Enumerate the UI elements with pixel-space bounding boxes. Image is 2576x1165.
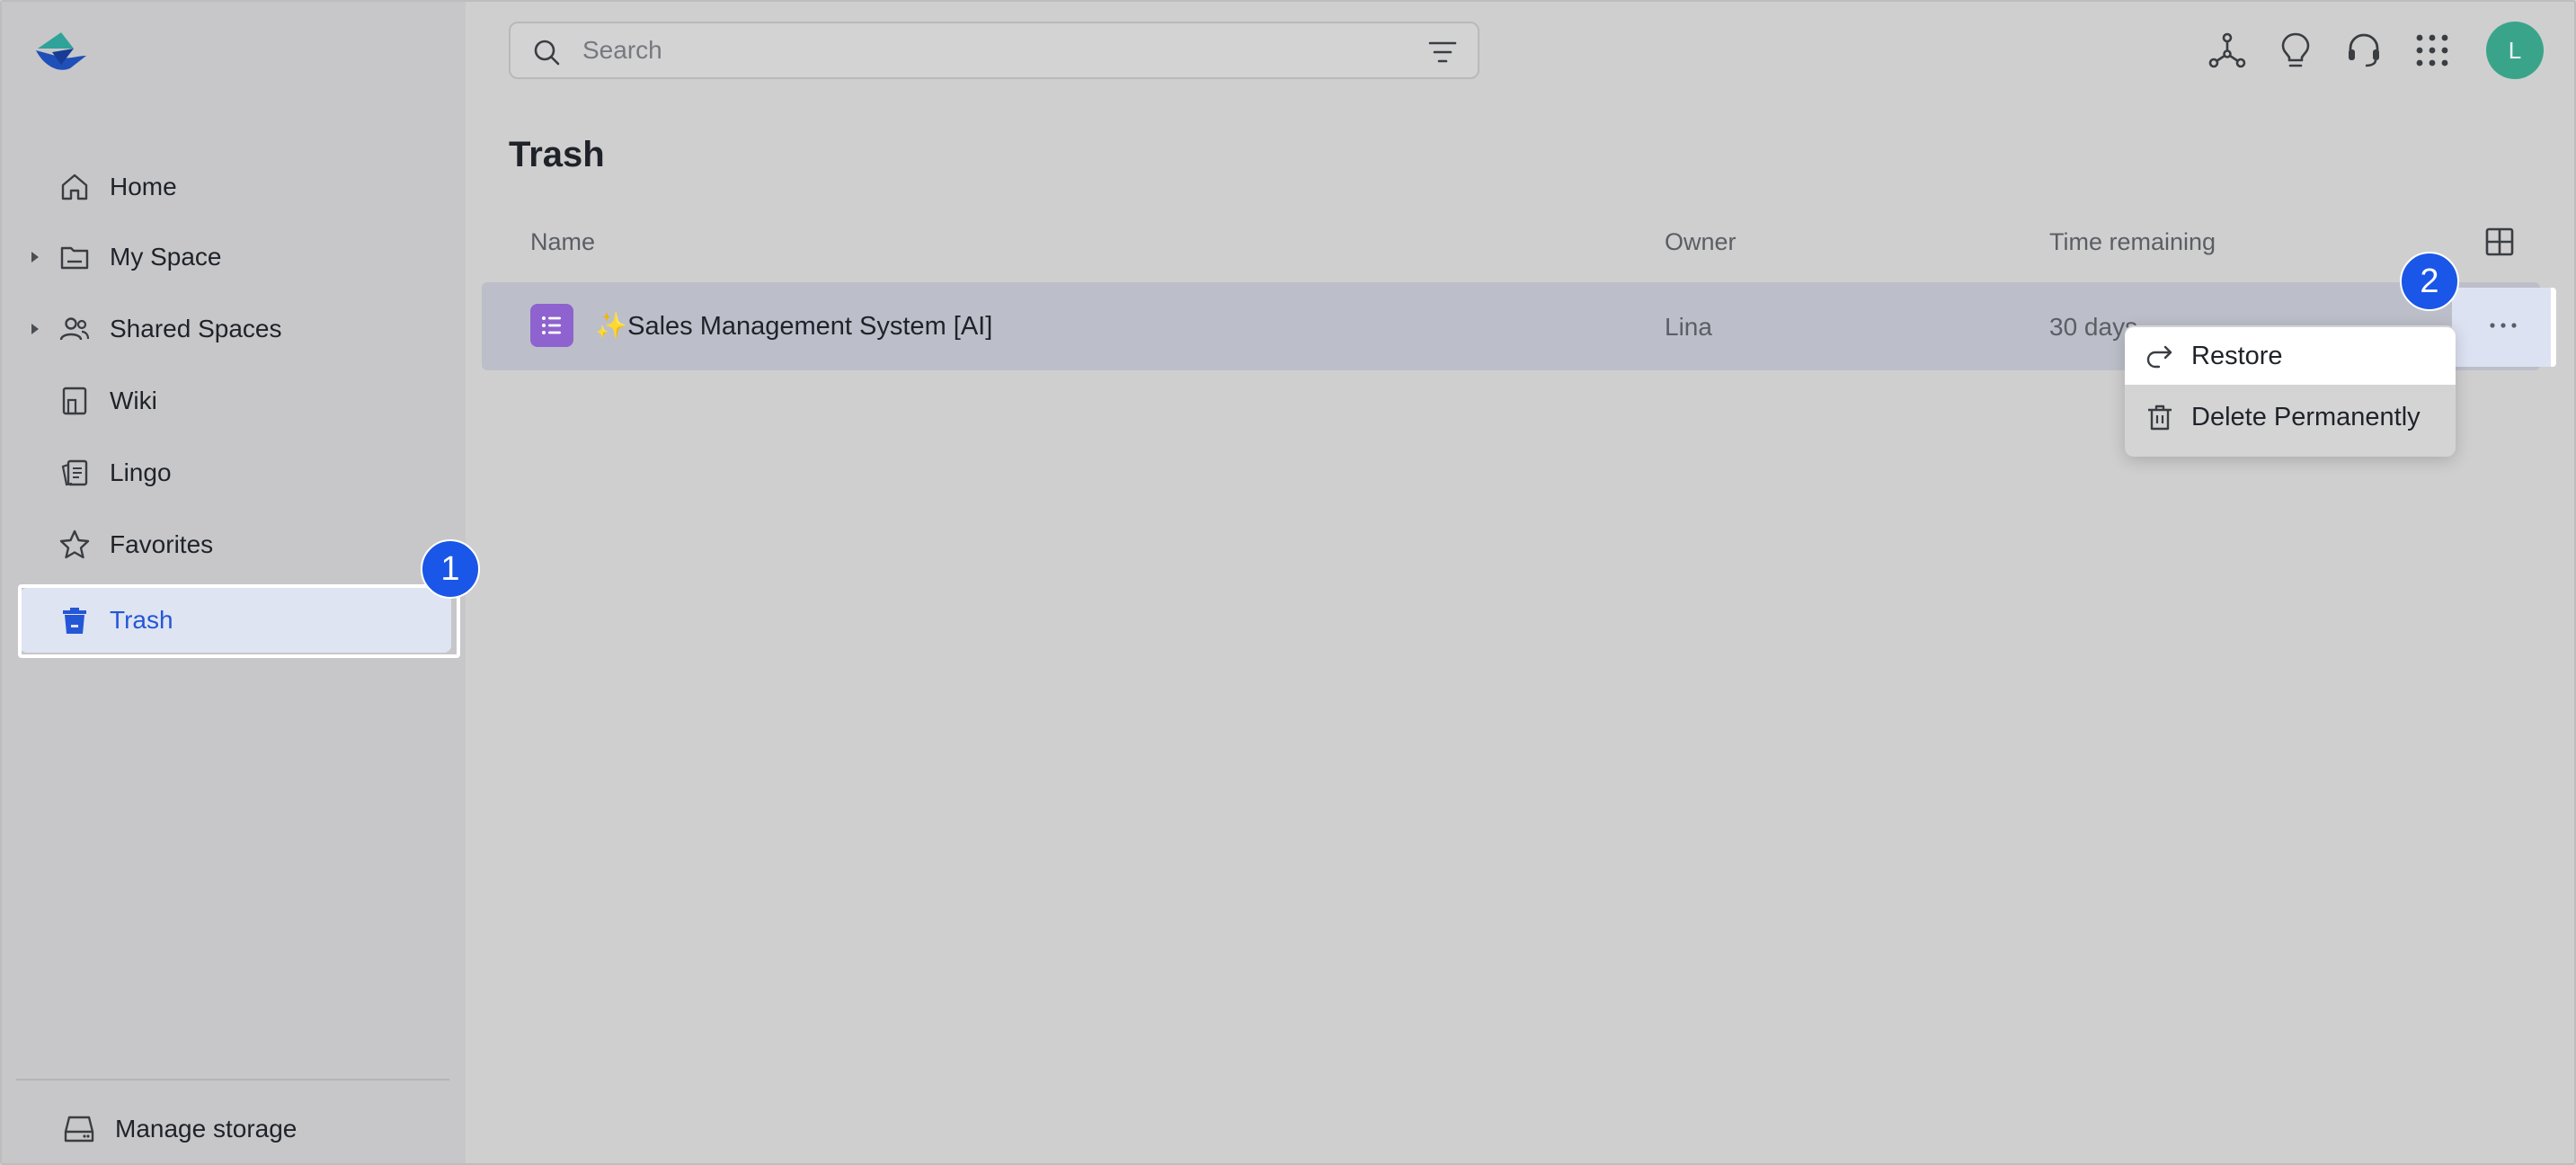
storage-icon (64, 1116, 94, 1143)
filter-icon[interactable] (1427, 38, 1458, 67)
column-header-time-remaining[interactable]: Time remaining (2049, 228, 2216, 256)
manage-storage-label: Manage storage (115, 1115, 298, 1143)
folder-icon (60, 246, 89, 270)
more-horizontal-icon[interactable] (2481, 315, 2526, 336)
page-title: Trash (509, 135, 605, 174)
sidebar-divider (16, 1079, 449, 1081)
lingo-icon (61, 459, 88, 486)
caret-right-icon[interactable] (29, 323, 41, 335)
caret-right-icon[interactable] (29, 251, 41, 263)
app-logo[interactable] (34, 29, 90, 76)
delete-permanently-label: Delete Permanently (2191, 402, 2421, 431)
avatar[interactable]: L (2486, 22, 2544, 79)
sidebar-item-label: Home (110, 173, 177, 200)
sidebar-item-label: My Space (110, 243, 222, 271)
home-icon (61, 173, 88, 200)
step-badge-1: 1 (421, 539, 480, 599)
restore-menu-item[interactable]: Restore (2125, 327, 2456, 385)
trash-icon (2148, 405, 2172, 431)
file-list-icon (530, 304, 573, 347)
star-icon (59, 529, 90, 559)
sidebar-item-label: Wiki (110, 387, 157, 414)
grid-view-icon[interactable] (2484, 227, 2515, 257)
sidebar-item-my-space[interactable]: My Space (20, 223, 451, 291)
sidebar-item-favorites[interactable]: Favorites (20, 511, 451, 579)
manage-storage-button[interactable]: Manage storage (63, 1109, 297, 1149)
sidebar-item-trash[interactable]: Trash (20, 588, 451, 653)
restore-label: Restore (2191, 341, 2283, 370)
delete-permanently-menu-item[interactable]: Delete Permanently (2125, 388, 2456, 446)
wiki-icon (62, 387, 87, 415)
headset-icon[interactable] (2344, 31, 2384, 70)
apps-grid-icon[interactable] (2412, 31, 2452, 70)
users-icon (59, 317, 90, 341)
step-badge-2: 2 (2400, 252, 2459, 311)
app-window: Home My Space Shared Spaces Wiki Lingo F… (0, 0, 2576, 1165)
lightbulb-icon[interactable] (2276, 31, 2315, 70)
sidebar-item-lingo[interactable]: Lingo (20, 439, 451, 507)
sidebar-item-wiki[interactable]: Wiki (20, 367, 451, 435)
search-bar[interactable] (509, 22, 1479, 79)
graph-icon[interactable] (2207, 31, 2247, 70)
sidebar-item-shared-spaces[interactable]: Shared Spaces (20, 295, 451, 363)
sidebar: Home My Space Shared Spaces Wiki Lingo F… (2, 2, 466, 1163)
sidebar-item-label: Shared Spaces (110, 315, 282, 342)
search-icon (534, 40, 560, 66)
sidebar-item-home[interactable]: Home (20, 153, 451, 221)
sidebar-item-label: Favorites (110, 530, 214, 558)
sidebar-item-label: Lingo (110, 458, 172, 486)
restore-icon (2146, 345, 2172, 369)
column-header-owner[interactable]: Owner (1665, 228, 1737, 256)
search-input[interactable] (582, 32, 1373, 68)
sidebar-item-label: Trash (110, 606, 173, 634)
column-header-name[interactable]: Name (530, 228, 595, 256)
file-name[interactable]: ✨Sales Management System [AI] (595, 311, 992, 342)
trash-icon (63, 608, 86, 634)
file-owner: Lina (1665, 313, 1712, 341)
context-menu: Restore Delete Permanently (2125, 325, 2456, 457)
